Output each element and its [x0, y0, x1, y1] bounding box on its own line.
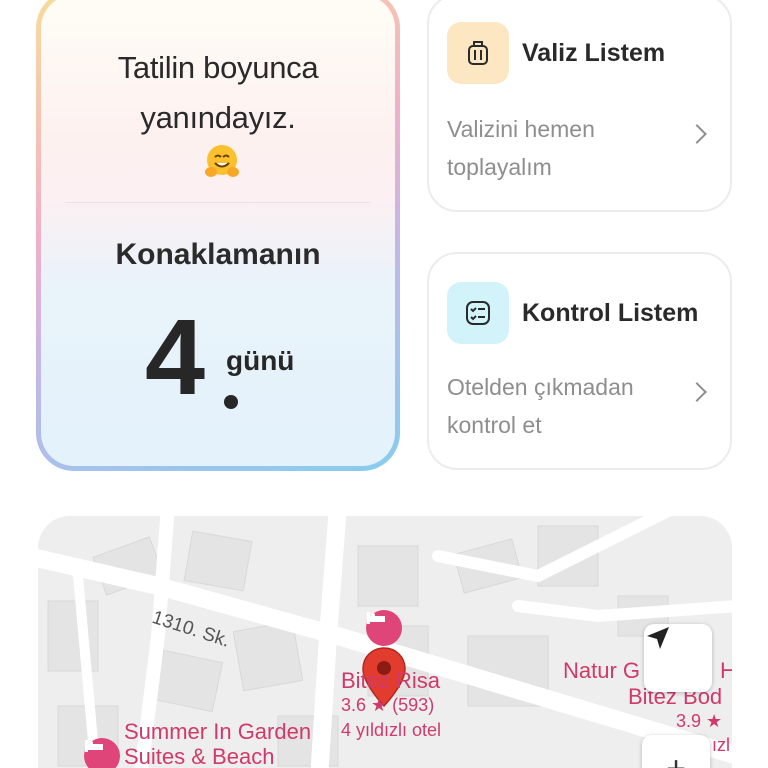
my-location-button[interactable] [644, 624, 712, 692]
hotel-right-name-line1b[interactable]: H [720, 660, 732, 682]
welcome-message: Tatilin boyunca yanındayız. [41, 43, 395, 143]
stay-day-card-inner: Tatilin boyunca yanındayız. Konaklamanın… [41, 0, 395, 466]
checklist-title: Kontrol Listem [522, 299, 699, 327]
luggage-list-description: Valizini hemen toplayalım [447, 110, 677, 186]
hotel-bed-icon[interactable] [366, 610, 402, 646]
suitcase-icon [468, 41, 488, 65]
hugging-face-icon [205, 145, 239, 177]
stay-day-card: Tatilin boyunca yanındayız. Konaklamanın… [36, 0, 400, 471]
hotel-right-name-line1[interactable]: Natur G [563, 660, 640, 682]
hotel-right-rating: 3.9 ★ [676, 711, 723, 731]
luggage-list-card[interactable]: Valiz Listem Valizini hemen toplayalım [427, 0, 732, 212]
checklist-icon-box [447, 282, 509, 344]
hotel-left-name-line1[interactable]: Summer In Garden [124, 721, 311, 743]
checklist-desc-line2: kontrol et [447, 412, 542, 438]
zoom-in-button[interactable]: + [642, 735, 710, 768]
stay-day-number: 4 [145, 296, 206, 417]
chevron-right-icon [687, 382, 707, 402]
stay-label: Konaklamanın [115, 238, 321, 271]
checklist-icon [466, 301, 490, 325]
chevron-right-icon [687, 124, 707, 144]
stay-day-suffix: günü [226, 345, 295, 376]
hotel-main-type: 4 yıldızlı otel [341, 720, 442, 740]
checklist-description: Otelden çıkmadan kontrol et [447, 368, 677, 444]
hotel-main-rating: 3.6 ★ (593) [341, 695, 435, 715]
luggage-desc-line2: toplayalım [447, 154, 552, 180]
luggage-icon-box [447, 22, 509, 84]
hotel-main-name[interactable]: Bitez Risa [341, 670, 440, 692]
hotel-map[interactable]: 1310. Sk. Bitez Risa 3.6 ★ (593) 4 yıldı… [38, 516, 732, 768]
navigation-arrow-icon [647, 627, 669, 649]
welcome-message-line2: yanındayız. [140, 100, 296, 135]
checklist-card[interactable]: Kontrol Listem Otelden çıkmadan kontrol … [427, 252, 732, 470]
hotel-left-name-line2[interactable]: Suites & Beach [124, 746, 274, 768]
card-divider [65, 202, 371, 203]
hotel-right-type: ızl [712, 735, 730, 755]
hotel-bed-icon[interactable] [84, 738, 120, 768]
luggage-list-title: Valiz Listem [522, 39, 666, 67]
welcome-message-line1: Tatilin boyunca [117, 50, 319, 85]
luggage-desc-line1: Valizini hemen [447, 116, 595, 142]
day-dot [224, 395, 238, 409]
checklist-desc-line1: Otelden çıkmadan [447, 374, 634, 400]
